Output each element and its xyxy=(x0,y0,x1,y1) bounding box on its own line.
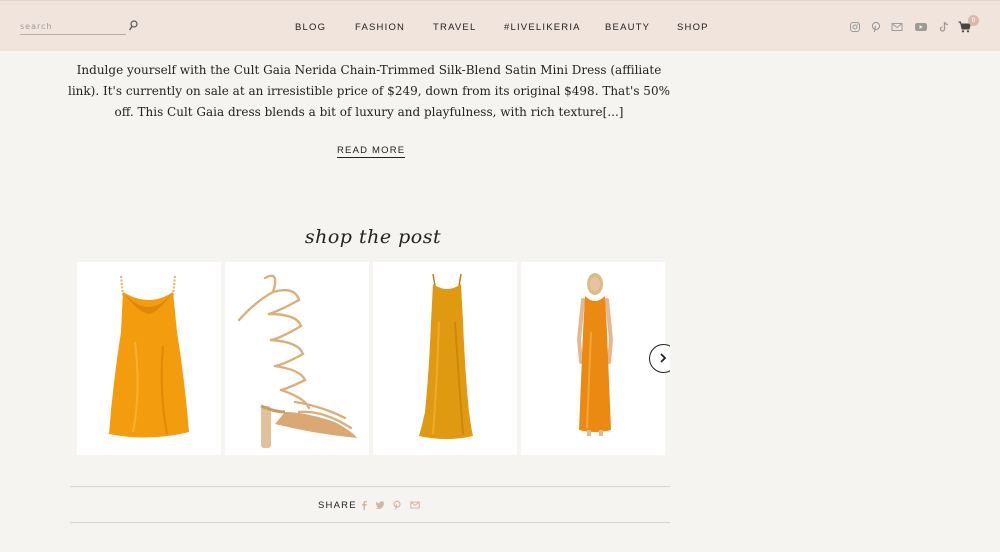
shop-the-post-heading: shop the post xyxy=(304,226,442,248)
youtube-icon[interactable] xyxy=(914,21,928,33)
cart-count-badge: 0 xyxy=(968,15,979,26)
chevron-right-icon xyxy=(660,353,667,363)
product-image xyxy=(237,274,357,448)
post-excerpt: Indulge yourself with the Cult Gaia Neri… xyxy=(68,63,670,119)
read-more-link[interactable]: READ MORE xyxy=(337,145,406,158)
product-image xyxy=(109,275,189,438)
product-card-maxi-dress[interactable] xyxy=(373,262,517,455)
nav-item-blog[interactable]: BLOG xyxy=(295,22,326,33)
facebook-icon[interactable] xyxy=(359,500,369,510)
instagram-icon[interactable] xyxy=(849,21,861,33)
site-header: BLOG FASHION TRAVEL #LIVELIKERIA BEAUTY … xyxy=(0,0,1000,51)
product-card-mini-dress[interactable] xyxy=(77,262,221,455)
nav-item-beauty[interactable]: BEAUTY xyxy=(605,22,650,33)
nav-item-shop[interactable]: SHOP xyxy=(677,22,709,33)
pinterest-icon[interactable] xyxy=(870,21,882,33)
nav-item-fashion[interactable]: FASHION xyxy=(355,22,405,33)
product-image xyxy=(419,273,473,439)
product-card-slip-dress[interactable] xyxy=(521,262,665,455)
nav-item-livelikeria[interactable]: #LIVELIKERIA xyxy=(504,22,581,33)
share-label: SHARE xyxy=(318,500,357,511)
product-card-heels[interactable] xyxy=(225,262,369,455)
email-share-icon[interactable] xyxy=(410,500,420,510)
pinterest-share-icon[interactable] xyxy=(392,500,402,510)
share-top-divider xyxy=(70,486,670,487)
twitter-icon[interactable] xyxy=(375,500,385,510)
nav-item-travel[interactable]: TRAVEL xyxy=(433,22,476,33)
carousel-edge xyxy=(670,330,690,390)
product-image xyxy=(576,273,614,436)
share-bottom-divider xyxy=(70,522,670,523)
email-icon[interactable] xyxy=(891,21,903,33)
tiktok-icon[interactable] xyxy=(938,21,950,33)
